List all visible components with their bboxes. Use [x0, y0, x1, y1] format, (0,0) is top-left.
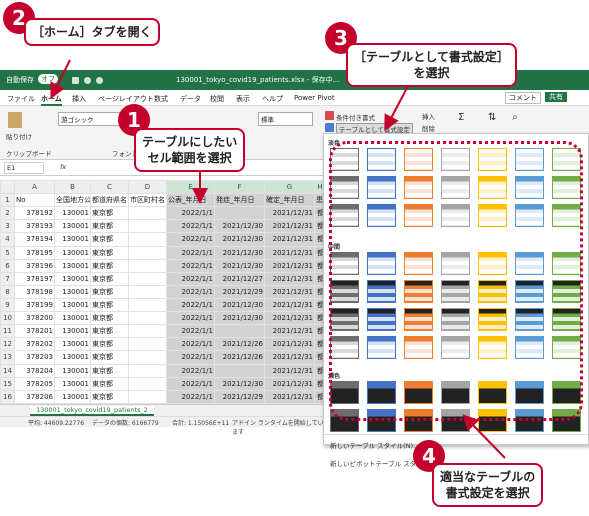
step-1-callout: テーブルにしたい セル範囲を選択 [134, 128, 246, 172]
step-4-callout: 適当なテーブルの 書式設定を選択 [432, 463, 544, 507]
step-3-line-2: を選択 [413, 66, 450, 80]
step-1-line-2: セル範囲を選択 [147, 151, 232, 165]
step-2-callout: ［ホーム］タブを開く [24, 18, 160, 46]
arrow-to-format-as-table [384, 85, 409, 132]
arrow-to-home-tab [50, 59, 71, 100]
step-3-callout: ［テーブルとして書式設定］ を選択 [346, 43, 517, 87]
step-1-line-1: テーブルにしたい [142, 135, 238, 149]
step-3-line-1: ［テーブルとして書式設定］ [354, 50, 509, 64]
step-4-line-2: 書式設定を選択 [445, 486, 530, 500]
step-4-line-1: 適当なテーブルの [440, 470, 536, 484]
arrow-to-style [462, 414, 506, 459]
